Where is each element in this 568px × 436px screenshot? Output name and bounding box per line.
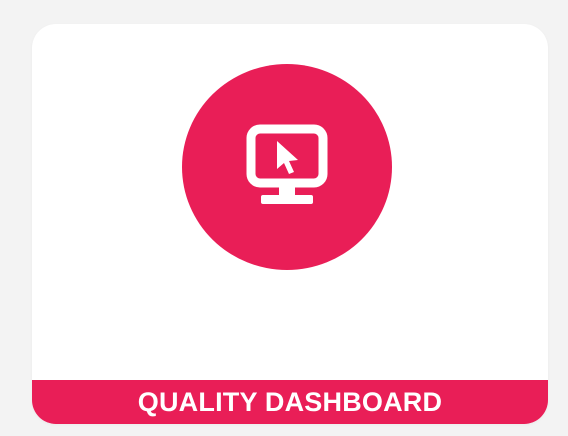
icon-circle bbox=[182, 64, 392, 270]
quality-dashboard-tile[interactable]: QUALITY DASHBOARD bbox=[32, 24, 548, 424]
tile-label: QUALITY DASHBOARD bbox=[137, 386, 443, 417]
tile-label-bar: QUALITY DASHBOARD bbox=[32, 380, 548, 424]
monitor-cursor-icon bbox=[246, 124, 328, 204]
